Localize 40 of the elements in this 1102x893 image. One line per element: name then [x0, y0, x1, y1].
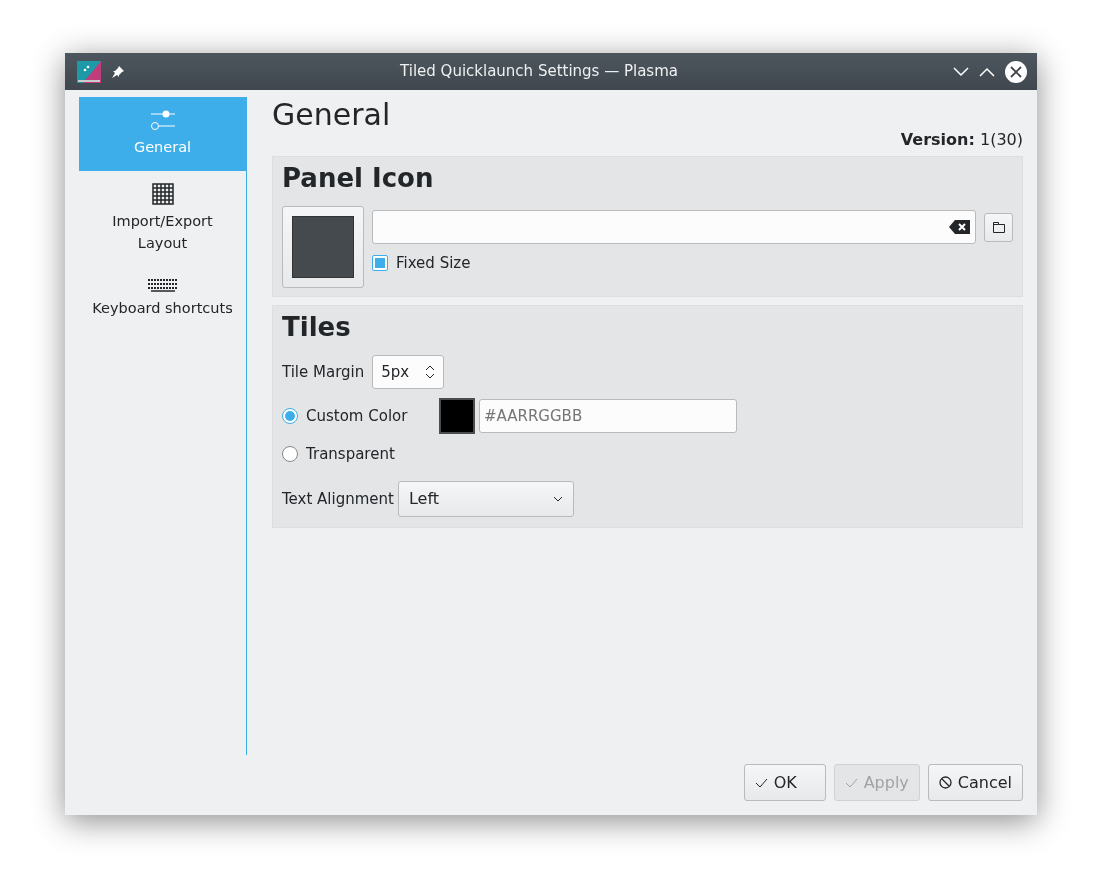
folder-icon [992, 221, 1005, 233]
sliders-icon [149, 109, 176, 131]
field-label: Text Alignment [282, 488, 394, 510]
icon-path-field[interactable] [372, 210, 976, 244]
browse-button[interactable] [984, 212, 1013, 242]
page-title: General [272, 98, 391, 131]
checkbox-label: Fixed Size [396, 253, 471, 274]
dialog-button[interactable]: OK [743, 764, 826, 801]
section-heading: Tiles [282, 311, 352, 344]
dialog-button[interactable]: Cancel [927, 764, 1023, 801]
grid-icon [151, 182, 174, 205]
keyboard-icon [146, 278, 179, 293]
maximize-icon[interactable] [979, 66, 995, 77]
close-icon[interactable] [1005, 60, 1027, 83]
cancel-icon [938, 776, 952, 789]
icon-picker-button[interactable] [282, 206, 364, 288]
icon-preview [292, 216, 354, 278]
pin-icon[interactable] [111, 64, 125, 79]
radio-button[interactable] [282, 408, 298, 424]
clear-icon[interactable] [949, 219, 971, 235]
spin-arrows-icon [425, 364, 436, 380]
section-heading: Panel Icon [282, 162, 435, 195]
window-title: Tiled Quicklaunch Settings — Plasma [399, 61, 679, 83]
minimize-icon[interactable] [953, 66, 969, 77]
margin-spinbox[interactable]: 5px [372, 355, 445, 389]
check-icon [754, 777, 768, 788]
radio-label: Custom Color [306, 405, 409, 427]
color-input-field[interactable]: #AARRGGBB [479, 399, 737, 433]
radio-label: Transparent [306, 443, 396, 465]
sidebar-item[interactable]: Keyboard shortcuts [79, 266, 246, 332]
version-label: Version: 1(30) [900, 129, 1023, 151]
sidebar-item[interactable]: Import/Export Layout [79, 170, 246, 267]
radio-button[interactable] [282, 446, 298, 462]
caret-icon [552, 496, 563, 502]
check-icon [844, 777, 858, 788]
color-swatch-button[interactable] [439, 398, 475, 434]
app-icon [77, 59, 101, 84]
alignment-dropdown[interactable]: Left [397, 481, 574, 517]
checkbox[interactable] [372, 255, 388, 272]
field-label: Tile Margin [282, 361, 365, 383]
